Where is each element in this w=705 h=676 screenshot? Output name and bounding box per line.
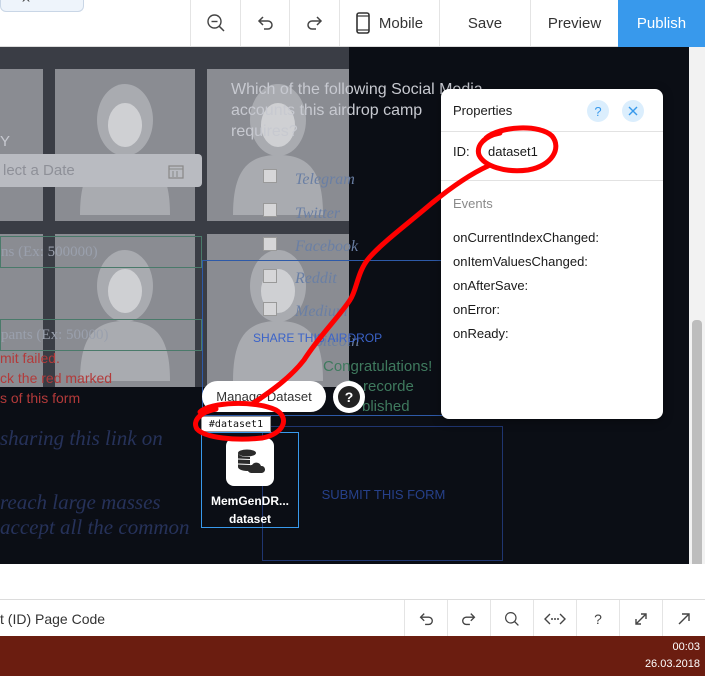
id-value-field[interactable]: dataset1 — [488, 144, 538, 159]
page-code-label[interactable]: t (ID) Page Code — [0, 611, 105, 627]
properties-title: Properties — [453, 103, 513, 118]
code-search-button[interactable] — [490, 600, 533, 637]
checkbox-twitter[interactable] — [263, 203, 277, 217]
undo-icon — [257, 16, 273, 30]
event-on-after-save[interactable]: onAfterSave: — [453, 278, 528, 293]
code-brackets-icon — [544, 613, 566, 624]
publish-label: Publish — [636, 15, 687, 32]
id-label: ID: — [453, 144, 470, 159]
redo-icon — [306, 16, 322, 30]
calendar-icon — [168, 165, 184, 179]
form-label-y: Y — [0, 133, 11, 150]
clock-time: 00:03 — [672, 641, 700, 653]
event-on-ready[interactable]: onReady: — [453, 326, 509, 341]
properties-header: Properties ? — [441, 89, 663, 132]
option-telegram: Telegram — [295, 171, 355, 188]
publish-button[interactable]: Publish — [618, 0, 705, 47]
mobile-view-button[interactable]: Mobile — [339, 0, 439, 46]
manage-dataset-button[interactable]: Manage Dataset — [202, 381, 326, 412]
option-facebook: Facebook — [295, 238, 359, 255]
code-panel-bar: t (ID) Page Code ? — [0, 599, 705, 637]
save-button[interactable]: Save — [439, 0, 530, 46]
success-line-1: Congratulations! — [323, 358, 433, 375]
event-on-error[interactable]: onError: — [453, 302, 500, 317]
help-icon: ? — [338, 386, 360, 408]
share-airdrop-link[interactable]: SHARE THIS AIRDROP — [253, 331, 382, 345]
undo-button[interactable] — [240, 0, 289, 46]
preview-button[interactable]: Preview — [530, 0, 618, 46]
field2-placeholder: pants (Ex: 50000) — [1, 327, 109, 343]
properties-help-button[interactable]: ? — [587, 100, 609, 122]
error-line-3: s of this form — [0, 390, 81, 406]
code-undo-button[interactable] — [404, 600, 447, 637]
option-twitter: Twitter — [295, 205, 341, 222]
dataset-id-chip: #dataset1 — [201, 416, 271, 432]
help-icon: ? — [594, 610, 602, 627]
tagline-line-2: reach large masses — [0, 490, 161, 514]
database-icon — [226, 438, 274, 486]
redo-button[interactable] — [289, 0, 339, 46]
event-on-current-index-changed[interactable]: onCurrentIndexChanged: — [453, 230, 599, 245]
success-line-3: blished — [362, 398, 410, 415]
number-input-1[interactable]: ns (Ex: 500000) — [0, 236, 202, 268]
mobile-label: Mobile — [378, 14, 424, 32]
field1-placeholder: ns (Ex: 500000) — [1, 244, 98, 260]
divider — [441, 180, 663, 181]
number-input-2[interactable]: pants (Ex: 50000) — [0, 319, 202, 351]
checkbox-facebook[interactable] — [263, 237, 277, 251]
tagline-line-3: accept all the common — [0, 515, 190, 539]
date-placeholder: lect a Date — [3, 162, 75, 179]
dataset-help-button[interactable]: ? — [333, 381, 365, 413]
canvas-scrollbar-thumb[interactable] — [692, 320, 702, 582]
gallery-tile[interactable] — [55, 69, 195, 221]
code-help-button[interactable]: ? — [576, 600, 619, 637]
preview-label: Preview — [547, 14, 602, 32]
save-label: Save — [467, 14, 503, 32]
panel-gap — [0, 564, 705, 599]
person-placeholder-icon — [80, 84, 170, 215]
question-line-3: requires? — [231, 123, 298, 140]
question-line-2: accounts this airdrop camp — [231, 102, 423, 119]
error-line-2: ck the red marked — [0, 370, 113, 386]
code-popout-button[interactable] — [662, 600, 705, 637]
mobile-icon — [356, 12, 370, 34]
dataset-title: MemGenDR... — [210, 494, 289, 508]
events-title: Events — [453, 196, 493, 211]
redo-icon — [462, 612, 476, 625]
collapse-tab[interactable]: ^ — [0, 0, 84, 12]
code-format-button[interactable] — [533, 600, 576, 637]
event-on-item-values-changed[interactable]: onItemValuesChanged: — [453, 254, 588, 269]
dataset-type: dataset — [228, 512, 272, 526]
tagline-line-1: sharing this link on — [0, 426, 163, 450]
arrow-up-right-icon — [678, 612, 690, 624]
top-toolbar: ^ Mobile Save Preview Publish — [0, 0, 705, 47]
close-icon — [628, 106, 638, 116]
manage-dataset-label: Manage Dataset — [216, 389, 312, 404]
zoom-out-icon — [206, 14, 225, 32]
code-expand-button[interactable] — [619, 600, 662, 637]
caret-icon: ^ — [21, 0, 32, 10]
help-icon: ? — [594, 103, 602, 119]
zoom-out-button[interactable] — [190, 0, 240, 46]
checkbox-telegram[interactable] — [263, 169, 277, 183]
undo-icon — [419, 612, 433, 625]
os-taskbar: 00:03 26.03.2018 — [0, 636, 705, 676]
code-redo-button[interactable] — [447, 600, 490, 637]
submit-label: SUBMIT THIS FORM — [321, 487, 446, 502]
clock-date: 26.03.2018 — [644, 658, 700, 670]
date-picker-input[interactable]: lect a Date — [0, 154, 202, 187]
database-cloud-icon — [237, 449, 265, 473]
properties-close-button[interactable] — [622, 100, 644, 122]
search-icon — [505, 611, 519, 626]
expand-icon — [635, 612, 647, 625]
error-line-1: mit failed. — [0, 350, 60, 366]
properties-panel: Properties ? ID: dataset1 Events onCurre… — [441, 89, 663, 419]
